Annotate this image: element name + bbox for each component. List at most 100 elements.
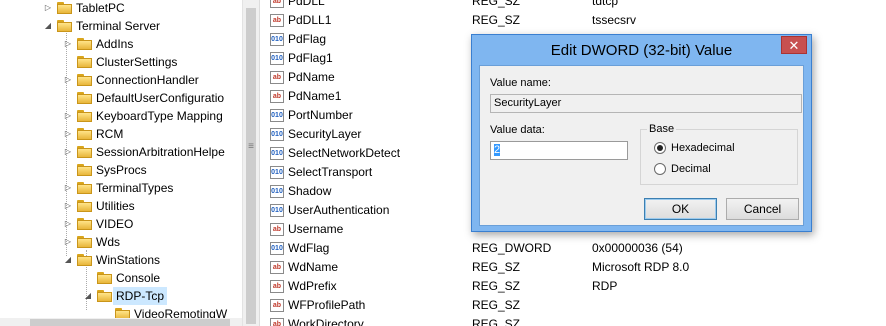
folder-icon bbox=[77, 128, 92, 140]
decimal-radio[interactable]: Decimal bbox=[654, 161, 774, 177]
tree-item[interactable]: Console bbox=[0, 269, 242, 287]
cancel-button[interactable]: Cancel bbox=[726, 198, 799, 220]
value-type: REG_SZ bbox=[472, 298, 521, 312]
hexadecimal-radio[interactable]: Hexadecimal bbox=[654, 140, 774, 156]
expand-arrow-icon[interactable] bbox=[63, 161, 73, 179]
tree-item[interactable]: ▷ SessionArbitrationHelpe bbox=[0, 143, 242, 161]
value-row[interactable]: ab PdDLL REG_SZ tdtcp bbox=[262, 0, 886, 11]
tree-item[interactable]: ◢ WinStations bbox=[0, 251, 242, 269]
expand-arrow-icon[interactable]: ▷ bbox=[63, 179, 73, 197]
value-type: REG_DWORD bbox=[472, 241, 552, 255]
value-data: 0x00000036 (54) bbox=[592, 241, 683, 255]
hexadecimal-label: Hexadecimal bbox=[671, 142, 735, 154]
registry-tree[interactable]: ▷ TabletPC ◢ Terminal Server ▷ AddIns ClusterS… bbox=[0, 0, 242, 326]
tree-item[interactable]: ◢ Terminal Server bbox=[0, 17, 242, 35]
tree-item[interactable]: ▷ Utilities bbox=[0, 197, 242, 215]
ok-button[interactable]: OK bbox=[644, 198, 717, 220]
expand-arrow-icon[interactable] bbox=[63, 89, 73, 107]
value-row[interactable]: ab WdPrefix REG_SZ RDP bbox=[262, 277, 886, 296]
value-row[interactable]: ab WFProfilePath REG_SZ bbox=[262, 296, 886, 315]
value-row[interactable]: ab PdDLL1 REG_SZ tssecsrv bbox=[262, 11, 886, 30]
folder-icon bbox=[77, 182, 92, 194]
scrollbar-thumb[interactable] bbox=[246, 8, 256, 324]
folder-icon bbox=[77, 56, 92, 68]
binary-value-icon: 010 bbox=[270, 242, 284, 255]
string-value-icon: ab bbox=[270, 261, 284, 274]
expand-arrow-icon[interactable]: ▷ bbox=[63, 125, 73, 143]
tree-item-label: Terminal Server bbox=[76, 19, 161, 33]
value-type: REG_SZ bbox=[472, 317, 521, 326]
dialog-client: Value name: SecurityLayer Value data: 2 … bbox=[479, 65, 804, 226]
tree-item-label: WinStations bbox=[96, 253, 161, 267]
string-value-icon: ab bbox=[270, 223, 284, 236]
string-value-icon: ab bbox=[270, 90, 284, 103]
value-name: SelectTransport bbox=[288, 165, 373, 179]
string-value-icon: ab bbox=[270, 280, 284, 293]
tree-item[interactable]: DefaultUserConfiguratio bbox=[0, 89, 242, 107]
string-value-icon: ab bbox=[270, 14, 284, 27]
tree-item[interactable]: ▷ ConnectionHandler bbox=[0, 71, 242, 89]
expand-arrow-icon[interactable] bbox=[83, 269, 93, 287]
collapse-arrow-icon[interactable]: ◢ bbox=[63, 251, 73, 269]
binary-value-icon: 010 bbox=[270, 109, 284, 122]
value-row[interactable]: ab WorkDirectory REG_SZ bbox=[262, 315, 886, 326]
folder-icon bbox=[77, 254, 92, 266]
expand-arrow-icon[interactable]: ▷ bbox=[63, 215, 73, 233]
scrollbar-thumb[interactable] bbox=[30, 319, 230, 326]
tree-item-label: KeyboardType Mapping bbox=[96, 109, 223, 123]
folder-icon bbox=[77, 200, 92, 212]
tree-horizontal-scrollbar[interactable] bbox=[0, 318, 242, 326]
tree-item[interactable]: ClusterSettings bbox=[0, 53, 242, 71]
tree-item[interactable]: ▷ TerminalTypes bbox=[0, 179, 242, 197]
expand-arrow-icon[interactable]: ▷ bbox=[43, 0, 53, 17]
tree-item[interactable]: ▷ KeyboardType Mapping bbox=[0, 107, 242, 125]
value-name: PdName1 bbox=[288, 89, 342, 103]
tree-item-label: SessionArbitrationHelpe bbox=[96, 145, 225, 159]
radio-unselected-icon bbox=[654, 163, 666, 175]
value-data-input[interactable]: 2 bbox=[490, 141, 628, 160]
value-row[interactable]: 010 WdFlag REG_DWORD 0x00000036 (54) bbox=[262, 239, 886, 258]
tree-item[interactable]: ▷ TabletPC bbox=[0, 0, 242, 17]
tree-item[interactable]: ▷ RCM bbox=[0, 125, 242, 143]
value-name: WFProfilePath bbox=[288, 298, 366, 312]
value-type: REG_SZ bbox=[472, 13, 521, 27]
value-row[interactable]: ab WdName REG_SZ Microsoft RDP 8.0 bbox=[262, 258, 886, 277]
tree-item[interactable]: ◢ RDP-Tcp bbox=[0, 287, 242, 305]
value-data: tdtcp bbox=[592, 0, 619, 8]
expand-arrow-icon[interactable]: ▷ bbox=[63, 71, 73, 89]
tree-item-label: ConnectionHandler bbox=[96, 73, 199, 87]
tree-vertical-scrollbar[interactable]: ≡ bbox=[242, 0, 259, 326]
value-name: Username bbox=[288, 222, 344, 236]
close-icon[interactable]: ✕ bbox=[781, 36, 807, 54]
tree-item-label: TerminalTypes bbox=[96, 181, 174, 195]
tree-item-label: ClusterSettings bbox=[96, 55, 178, 69]
expand-arrow-icon[interactable]: ▷ bbox=[63, 233, 73, 251]
tree-item[interactable]: ▷ VIDEO bbox=[0, 215, 242, 233]
tree-item-label: Wds bbox=[96, 235, 120, 249]
collapse-arrow-icon[interactable]: ◢ bbox=[83, 287, 93, 305]
value-type: REG_SZ bbox=[472, 279, 521, 293]
value-name: PdName bbox=[288, 70, 335, 84]
tree-item[interactable]: ▷ Wds bbox=[0, 233, 242, 251]
folder-icon bbox=[97, 290, 112, 302]
tree-item-label: TabletPC bbox=[76, 1, 125, 15]
expand-arrow-icon[interactable]: ▷ bbox=[63, 107, 73, 125]
folder-icon bbox=[57, 20, 72, 32]
folder-icon bbox=[57, 2, 72, 14]
expand-arrow-icon[interactable]: ▷ bbox=[63, 143, 73, 161]
expand-arrow-icon[interactable]: ▷ bbox=[63, 35, 73, 53]
dialog-titlebar[interactable]: Edit DWORD (32-bit) Value ✕ bbox=[472, 35, 811, 65]
value-name: UserAuthentication bbox=[288, 203, 390, 217]
expand-arrow-icon[interactable] bbox=[63, 53, 73, 71]
tree-item-label: RCM bbox=[96, 127, 124, 141]
value-name: PortNumber bbox=[288, 108, 353, 122]
splitter-grip-icon[interactable]: ≡ bbox=[245, 140, 257, 154]
tree-item[interactable]: SysProcs bbox=[0, 161, 242, 179]
value-name: PdDLL1 bbox=[288, 13, 332, 27]
expand-arrow-icon[interactable]: ▷ bbox=[63, 197, 73, 215]
value-name: PdFlag1 bbox=[288, 51, 333, 65]
folder-icon bbox=[77, 236, 92, 248]
collapse-arrow-icon[interactable]: ◢ bbox=[43, 17, 53, 35]
value-name: WdPrefix bbox=[288, 279, 337, 293]
tree-item[interactable]: ▷ AddIns bbox=[0, 35, 242, 53]
